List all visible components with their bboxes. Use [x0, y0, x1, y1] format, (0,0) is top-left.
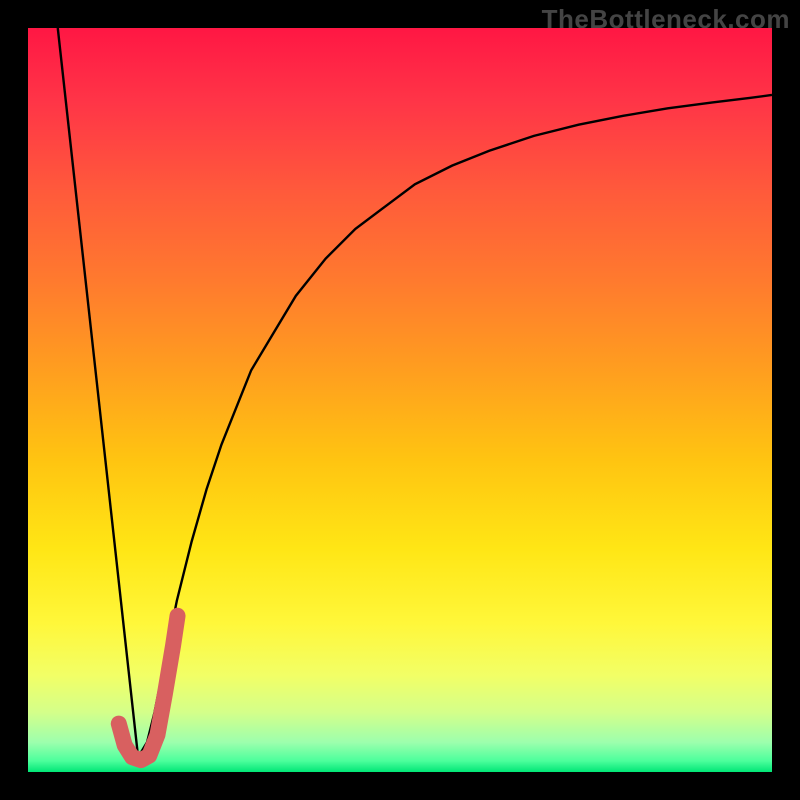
series-hook-accent	[119, 616, 178, 760]
curve-layer	[28, 28, 772, 772]
chart-frame: TheBottleneck.com	[0, 0, 800, 800]
series-line-left	[58, 28, 138, 757]
plot-area	[28, 28, 772, 772]
series-curve-main	[138, 95, 772, 757]
